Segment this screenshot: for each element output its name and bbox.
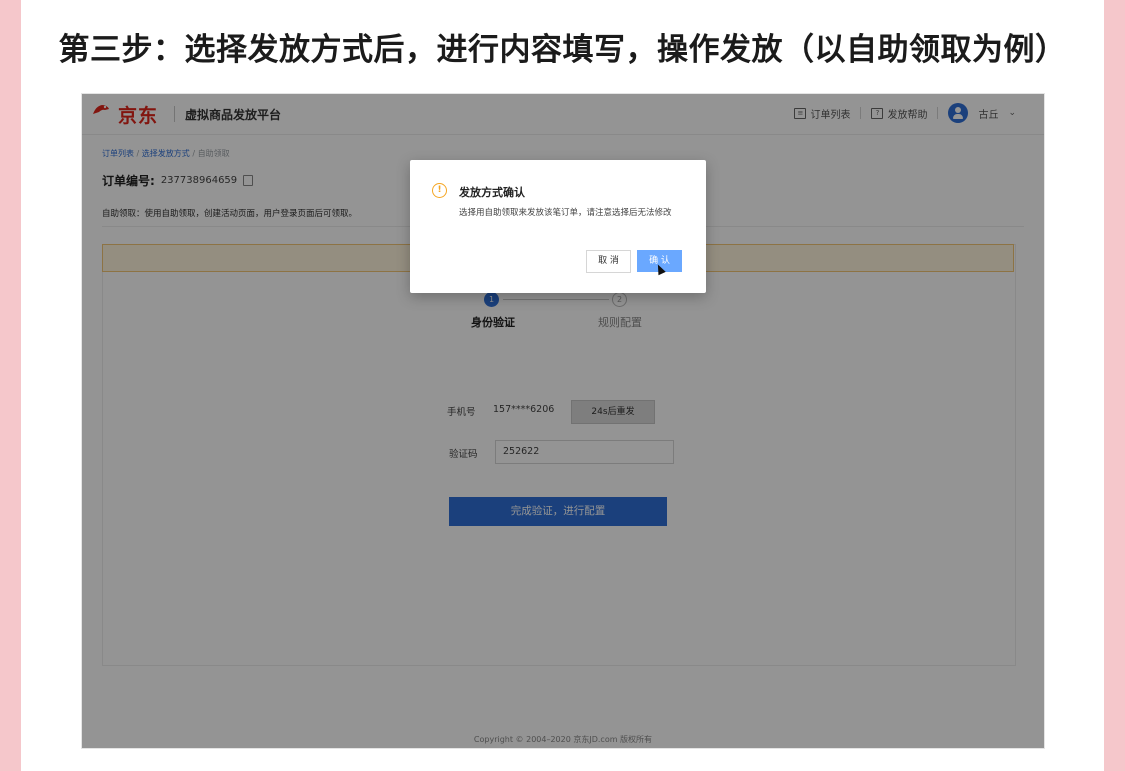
dialog-message: 选择用自助领取来发放该笔订单，请注意选择后无法修改 <box>459 208 672 218</box>
cancel-button[interactable]: 取 消 <box>586 250 631 273</box>
warning-icon: ! <box>432 183 447 198</box>
screenshot-frame: 京东 虚拟商品发放平台 ≡ 订单列表 ? 发放帮助 古丘 ⌄ 订单列表 / 选择… <box>82 94 1044 748</box>
dialog-title: 发放方式确认 <box>459 186 525 199</box>
left-pink-border <box>0 0 21 771</box>
right-pink-border <box>1104 0 1125 771</box>
step-title: 第三步：选择发放方式后，进行内容填写，操作发放（以自助领取为例） <box>58 32 1067 68</box>
confirm-dialog: ! 发放方式确认 选择用自助领取来发放该笔订单，请注意选择后无法修改 取 消 确… <box>410 160 706 293</box>
